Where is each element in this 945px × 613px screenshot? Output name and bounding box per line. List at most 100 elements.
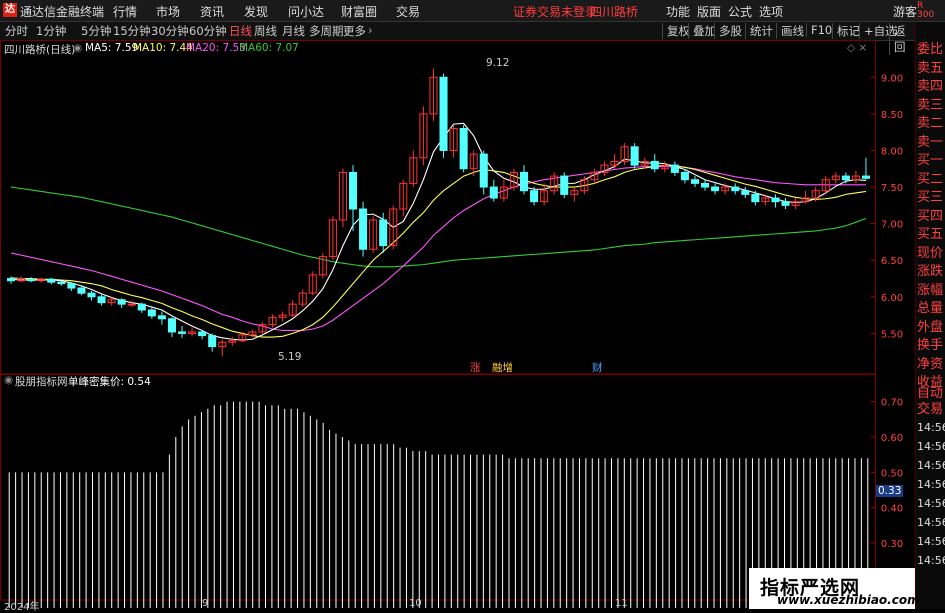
candle-body xyxy=(530,190,539,203)
candle-body xyxy=(198,331,207,337)
menu-gongneng[interactable]: 功能 xyxy=(666,3,690,20)
title-bar: 达 通达信金融终端 行情 市场 资讯 发现 问小达 财富圈 交易 证券交易未登录… xyxy=(0,0,945,22)
ma60-line xyxy=(10,186,867,268)
price-tick-label: 6.50 xyxy=(881,256,903,267)
tab-more[interactable]: 更多 xyxy=(343,23,366,39)
tab-weekly[interactable]: 周线 xyxy=(254,23,277,39)
btn-f10[interactable]: F10 xyxy=(806,23,832,37)
tab-monthly[interactable]: 月线 xyxy=(282,23,305,39)
sub-tick-label: 0.70 xyxy=(881,398,903,409)
marker-rongzeng[interactable]: 融增 xyxy=(492,360,513,375)
chart-area[interactable]: 9.00 8.50 8.00 7.50 7.00 6.50 6.00 5.50 0.70 0.6… xyxy=(0,40,915,609)
sidebar-item[interactable]: 买五 xyxy=(917,227,943,243)
candle-body xyxy=(701,182,710,188)
menu-gongshi[interactable]: 公式 xyxy=(728,3,752,20)
corner-icon: R 300 xyxy=(917,1,935,20)
ma60-polyline xyxy=(10,186,867,268)
high-label: 9.12 xyxy=(486,57,510,69)
candle-body xyxy=(348,171,358,210)
sidebar-item[interactable]: 委比 xyxy=(917,42,943,58)
sidebar-item[interactable]: 现价 xyxy=(917,246,943,262)
sidebar-item[interactable]: 涨跌 xyxy=(917,264,943,280)
sub-tick-label: 0.40 xyxy=(881,504,903,515)
price-tick-label: 6.00 xyxy=(881,293,903,304)
btn-fuquan[interactable]: 复权 xyxy=(662,23,690,39)
sidebar-item[interactable]: 涨幅 xyxy=(917,283,943,299)
main-title: 四川路桥(日线) xyxy=(4,44,76,56)
legend-dropdown-icon[interactable]: ◉ xyxy=(73,42,82,54)
sidebar-item[interactable]: 买四 xyxy=(917,209,943,225)
btn-huaxian[interactable]: 画线 xyxy=(776,23,804,39)
candle-body xyxy=(147,309,156,317)
sidebar-item[interactable]: 总量 xyxy=(917,301,943,317)
sidebar-item[interactable]: 卖三 xyxy=(917,98,943,114)
sidebar-item[interactable]: 卖二 xyxy=(917,116,943,132)
btn-biaoji[interactable]: 标记 xyxy=(832,23,860,39)
candle-body xyxy=(680,171,689,181)
btn-duogu[interactable]: 多股 xyxy=(714,23,742,39)
diamond-icon[interactable]: ◇ × xyxy=(847,42,867,54)
candle-body xyxy=(731,186,740,192)
menu-banmian[interactable]: 版面 xyxy=(697,3,721,20)
tab-30min[interactable]: 30分钟 xyxy=(151,23,189,39)
price-tick-label: 9.00 xyxy=(881,73,903,84)
login-status[interactable]: 证券交易未登录 xyxy=(513,3,597,20)
tab-multi-period[interactable]: 多周期 xyxy=(309,23,344,39)
sidebar-item[interactable]: 买二 xyxy=(917,172,943,188)
tab-5min[interactable]: 5分钟 xyxy=(81,23,111,39)
sidebar-item[interactable]: 卖一 xyxy=(917,135,943,151)
sidebar-item[interactable]: 买三 xyxy=(917,190,943,206)
menu-zixun[interactable]: 资讯 xyxy=(200,3,224,20)
candle-body xyxy=(177,331,187,334)
sub-dropdown-icon[interactable]: ◉ xyxy=(4,374,13,386)
tab-fenshi[interactable]: 分时 xyxy=(5,23,28,39)
sub-indicator: 单峰密集价: 0.54 xyxy=(68,376,151,388)
candle-body xyxy=(439,76,448,151)
sidebar-item[interactable]: 换手 xyxy=(917,338,943,354)
menu-xuanxiang[interactable]: 选项 xyxy=(759,3,783,20)
tab-1min[interactable]: 1分钟 xyxy=(36,23,66,39)
marker-zhang[interactable]: 涨 xyxy=(470,360,481,375)
candle-body xyxy=(167,318,176,333)
candle-body xyxy=(670,164,679,173)
menu-shichang[interactable]: 市场 xyxy=(156,3,180,20)
user-button[interactable]: 游客 xyxy=(893,3,917,20)
candle-body xyxy=(67,283,76,289)
sidebar-item[interactable]: 卖四 xyxy=(917,79,943,95)
candle-body xyxy=(27,278,36,282)
candle-body xyxy=(711,186,720,192)
sidebar-trade-item[interactable]: 交易 xyxy=(917,402,943,418)
x-label-10: 10 xyxy=(409,598,422,609)
menu-faxian[interactable]: 发现 xyxy=(244,3,268,20)
tab-daily[interactable]: 日线 xyxy=(229,23,252,39)
tab-60min[interactable]: 60分钟 xyxy=(189,23,227,39)
candle-body xyxy=(519,171,529,192)
x-label-2024: 2024年 xyxy=(4,602,40,613)
legend-ma20: MA20: 7.53 xyxy=(186,42,246,54)
candle-body xyxy=(841,175,850,181)
time-tick: 14:56 xyxy=(917,459,945,472)
tab-15min[interactable]: 15分钟 xyxy=(113,23,151,39)
candle-body xyxy=(459,128,468,170)
low-label: 5.19 xyxy=(278,351,302,363)
menu-caifuquan[interactable]: 财富圈 xyxy=(341,3,377,20)
marker-cai[interactable]: 财 xyxy=(592,360,603,375)
chevron-right-icon[interactable]: › xyxy=(368,23,373,37)
app-logo-icon: 达 xyxy=(3,3,17,17)
btn-tongji[interactable]: 统计 xyxy=(745,23,773,39)
candle-body xyxy=(77,287,86,294)
sidebar-item[interactable]: 买一 xyxy=(917,153,943,169)
menu-wenxiaoda[interactable]: 问小达 xyxy=(288,3,324,20)
sidebar-item[interactable]: 净资 xyxy=(917,357,943,373)
candle-body xyxy=(690,179,700,184)
menu-jiaoyi[interactable]: 交易 xyxy=(396,3,420,20)
menu-hangqing[interactable]: 行情 xyxy=(113,3,137,20)
sidebar-item[interactable]: 卖五 xyxy=(917,61,943,77)
sidebar-item[interactable]: 外盘 xyxy=(917,320,943,336)
candle-body xyxy=(489,186,498,199)
sidebar-trade-item[interactable]: 自动 xyxy=(917,386,943,402)
main-border xyxy=(0,40,876,375)
btn-diejia[interactable]: 叠加 xyxy=(688,23,716,39)
price-tick-label: 5.50 xyxy=(881,329,903,340)
period-toolbar: 分时 1分钟 5分钟 15分钟 30分钟 60分钟 日线 周线 月线 多周期 更… xyxy=(0,22,915,55)
